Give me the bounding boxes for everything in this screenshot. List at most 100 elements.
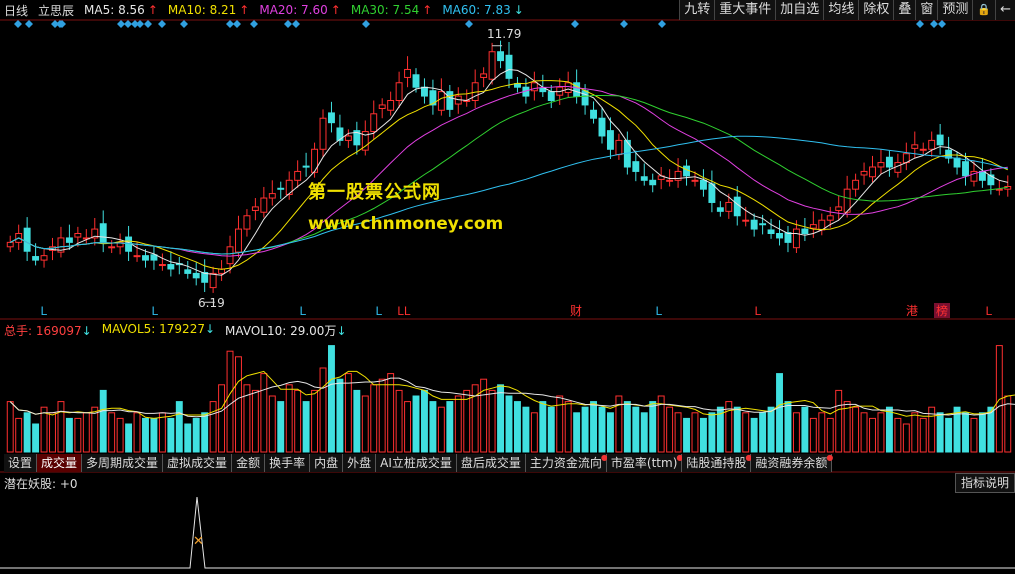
volume-bar-up: [294, 389, 302, 453]
ma-trend-arrow: ↑: [422, 3, 433, 17]
tab-label: 多周期成交量: [86, 456, 159, 470]
ma-legend-text: MA60: 7.83: [442, 3, 511, 17]
candle-up: [835, 206, 843, 211]
candle-down: [547, 91, 555, 101]
tab-item[interactable]: 设置: [4, 454, 38, 472]
event-diamond-icon: [571, 20, 579, 28]
tab-item[interactable]: 内盘: [310, 454, 344, 472]
candle-up: [6, 241, 14, 248]
volume-bar-up: [666, 406, 674, 453]
candlestick-series: [6, 40, 1012, 293]
tab-item[interactable]: 市盈率(ttm) ●: [606, 454, 683, 472]
back-arrow-icon[interactable]: ←: [995, 0, 1015, 20]
volume-bar-down: [945, 417, 953, 453]
candle-down: [962, 161, 969, 177]
ma-button[interactable]: 均线: [823, 0, 859, 20]
volume-info-bar: 总手: 169097↓ MAVOL5: 179227↓ MAVOL10: 29.…: [4, 322, 347, 338]
candle-up: [387, 100, 395, 111]
candle-down: [497, 51, 505, 62]
ma-legend: MA5: 8.56 ↑ MA10: 8.21 ↑ MA20: 7.60 ↑ MA30: 7.…: [84, 3, 524, 17]
candle-up: [480, 73, 488, 78]
indicator-label: 潜在妖股: +0: [4, 477, 78, 491]
volume-bar-up: [818, 412, 826, 453]
tab-label: 市盈率(ttm): [610, 456, 678, 470]
tab-item[interactable]: 成交量: [37, 454, 83, 472]
volume-bar-up: [6, 401, 14, 453]
bottom-marker: 财: [570, 304, 582, 318]
event-diamond-icon: [14, 20, 22, 28]
candle-up: [860, 170, 868, 176]
candle-down: [632, 161, 640, 172]
chart-canvas[interactable]: L L L L LL 财 L L 港榜 L ✕: [0, 0, 1015, 574]
candle-up: [437, 91, 445, 111]
candle-down: [412, 74, 420, 88]
volume-bar-up: [843, 401, 851, 453]
volume-bar-up: [251, 389, 259, 453]
add-watchlist-button[interactable]: 加自选: [775, 0, 824, 20]
volume-bar-up: [809, 417, 817, 453]
candle-up: [809, 224, 817, 229]
candle-down: [776, 233, 783, 239]
volume-bar-down: [23, 412, 31, 453]
event-diamond-icon: [938, 20, 946, 28]
candle-down: [446, 91, 454, 110]
volume-bar-down: [302, 401, 310, 453]
price-info-bar: 日线 立思辰 MA5: 8.56 ↑ MA10: 8.21 ↑ MA20: 7.60 ↑ M…: [0, 0, 716, 20]
volume-bar-down: [99, 389, 107, 453]
indicator-help-button[interactable]: 指标说明: [954, 473, 1015, 493]
tab-item[interactable]: 虚拟成交量: [163, 454, 233, 472]
tab-label: 陆股通持股: [686, 456, 747, 470]
ma10-line: [9, 80, 1008, 270]
candle-up: [74, 233, 82, 238]
high-price-label: 11.79: [487, 27, 522, 41]
candle-down: [708, 183, 716, 203]
candle-down: [649, 179, 657, 186]
tab-item[interactable]: 多周期成交量: [82, 454, 164, 472]
jiuzhuan-button[interactable]: 九转: [679, 0, 715, 20]
tab-item[interactable]: 金额: [232, 454, 266, 472]
volume-bar-down: [649, 401, 657, 453]
forecast-button[interactable]: 预测: [937, 0, 973, 20]
tab-item[interactable]: AI立桩成交量: [376, 454, 457, 472]
period-label[interactable]: 日线: [4, 2, 28, 19]
volume-bar-up: [49, 412, 56, 453]
bottom-marker: L: [152, 304, 159, 318]
ma-legend-item: MA60: 7.83 ↓: [442, 3, 523, 17]
candle-down: [598, 117, 606, 137]
candle-up: [666, 179, 674, 182]
volume-bar-down: [421, 389, 428, 453]
event-diamond-icon: [916, 20, 924, 28]
candle-down: [953, 157, 961, 168]
volume-bar-up: [158, 412, 166, 453]
window-button[interactable]: 窗: [915, 0, 938, 20]
lock-icon[interactable]: 🔒: [972, 0, 996, 20]
ma30-line: [9, 95, 1008, 255]
candle-down: [65, 237, 73, 243]
candle-down: [328, 112, 335, 124]
tab-item[interactable]: 换手率: [265, 454, 311, 472]
overlay-button[interactable]: 叠: [893, 0, 916, 20]
volume-bar-down: [547, 406, 555, 453]
tab-dot-icon: ●: [826, 453, 834, 462]
tab-item[interactable]: 外盘: [343, 454, 377, 472]
tab-item[interactable]: 盘后成交量: [456, 454, 526, 472]
ma-legend-item: MA20: 7.60 ↑: [259, 3, 340, 17]
tab-item[interactable]: 主力资金流向 ●: [525, 454, 608, 472]
volume-bar-up: [387, 373, 395, 453]
event-diamond-icon: [144, 20, 152, 28]
volume-bar-up: [454, 395, 462, 453]
event-diamond-icon: [465, 20, 473, 28]
ex-rights-button[interactable]: 除权: [858, 0, 894, 20]
mavol5-line: [9, 370, 1015, 419]
volume-bar-down: [759, 412, 767, 453]
candle-up: [792, 228, 800, 249]
total-volume-label: 总手: 169097↓: [4, 324, 92, 338]
major-events-button[interactable]: 重大事件: [714, 0, 776, 20]
tab-item[interactable]: 陆股通持股 ●: [682, 454, 752, 472]
tab-label: 换手率: [269, 456, 306, 470]
volume-bar-down: [522, 406, 530, 453]
tab-item[interactable]: 融资融券余额 ●: [751, 453, 834, 472]
ma5-line: [9, 68, 1008, 276]
volume-bar-up: [488, 389, 496, 453]
volume-bar-up: [116, 417, 124, 453]
